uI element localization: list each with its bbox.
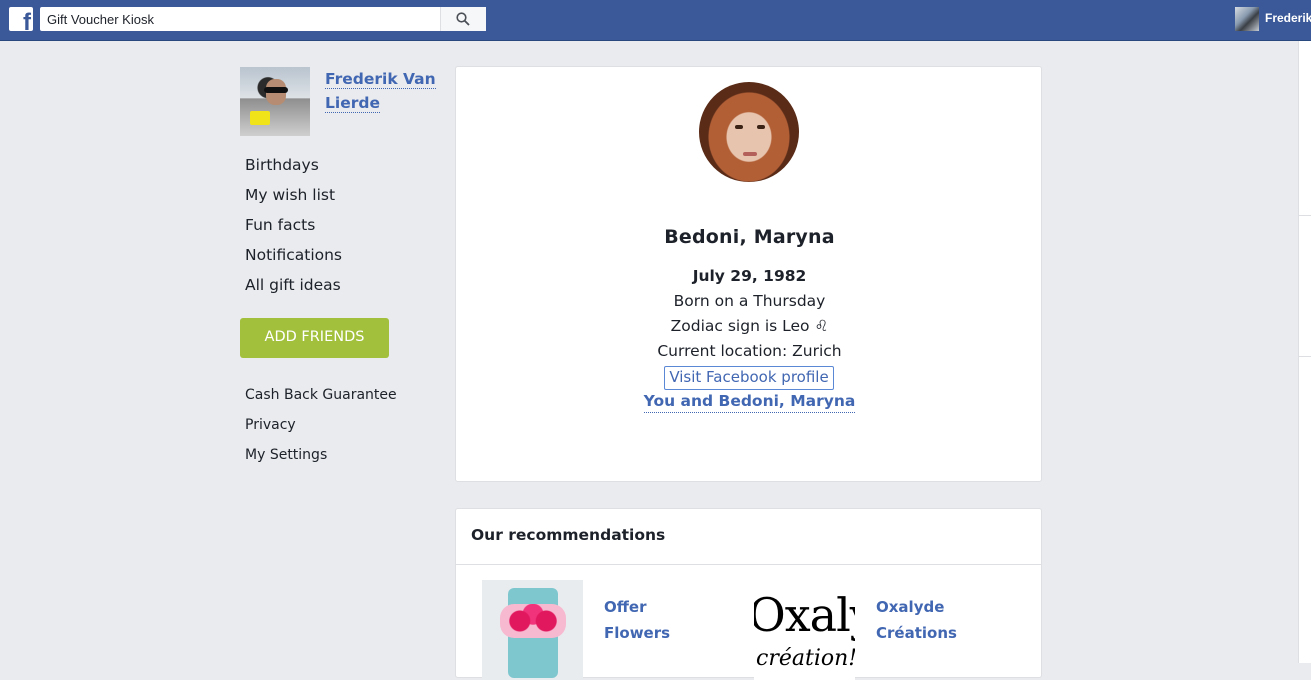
user-name[interactable]: Frederik (1265, 11, 1311, 25)
search-button[interactable] (440, 7, 486, 31)
friend-location: Current location: Zurich (657, 342, 842, 360)
search-input[interactable] (40, 7, 440, 31)
camera-icon (250, 111, 270, 125)
facebook-logo-icon[interactable]: f (9, 7, 33, 31)
add-friends-button[interactable]: ADD FRIENDS (240, 318, 389, 358)
sidebar-item-wish-list[interactable]: My wish list (245, 182, 342, 212)
oxalyde-logo[interactable]: Oxalyde création! (754, 580, 855, 680)
friend-name: Bedoni, Maryna (664, 226, 835, 248)
sidebar-item-all-gift-ideas[interactable]: All gift ideas (245, 272, 342, 302)
you-and-friend-link[interactable]: You and Bedoni, Maryna (643, 392, 856, 413)
top-bar: f Frederik (0, 0, 1311, 41)
footer-links: Cash Back Guarantee Privacy My Settings (245, 383, 397, 473)
offer-flowers-link[interactable]: Offer Flowers (604, 594, 694, 646)
search-icon (456, 12, 470, 26)
friend-born-day: Born on a Thursday (673, 292, 826, 310)
oxalyde-logo-subtext: création! (756, 646, 855, 671)
friend-photo (699, 82, 799, 182)
search-box (40, 7, 486, 31)
recommendations-panel: Our recommendations Offer Flowers Oxalyd… (455, 508, 1042, 680)
sidebar-nav: Birthdays My wish list Fun facts Notific… (245, 152, 342, 302)
footer-link-settings[interactable]: My Settings (245, 443, 397, 473)
profile-avatar[interactable] (240, 67, 310, 136)
recommendations-title: Our recommendations (471, 526, 666, 544)
sidebar-item-birthdays[interactable]: Birthdays (245, 152, 342, 182)
footer-link-privacy[interactable]: Privacy (245, 413, 397, 443)
relationship-link-wrap: You and Bedoni, Maryna (456, 392, 1043, 413)
oxalyde-creations-link[interactable]: Oxalyde Créations (876, 594, 986, 646)
flower-box-image[interactable] (482, 580, 583, 680)
oxalyde-logo-text: Oxalyde (754, 588, 855, 642)
divider (1299, 356, 1311, 357)
visit-facebook-profile-link[interactable]: Visit Facebook profile (664, 366, 834, 390)
footer-link-cash-back[interactable]: Cash Back Guarantee (245, 383, 397, 413)
friend-birthdate: July 29, 1982 (692, 267, 807, 285)
sidebar-item-notifications[interactable]: Notifications (245, 242, 342, 272)
user-avatar[interactable] (1235, 7, 1259, 31)
divider (456, 564, 1041, 565)
right-sidebar-edge (1298, 41, 1311, 663)
divider (1299, 215, 1311, 216)
friend-profile-card: Bedoni, Maryna July 29, 1982 Born on a T… (455, 66, 1042, 482)
profile-name-link[interactable]: Frederik Van Lierde (325, 67, 437, 115)
sidebar-item-fun-facts[interactable]: Fun facts (245, 212, 342, 242)
friend-zodiac: Zodiac sign is Leo ♌ (670, 317, 829, 335)
